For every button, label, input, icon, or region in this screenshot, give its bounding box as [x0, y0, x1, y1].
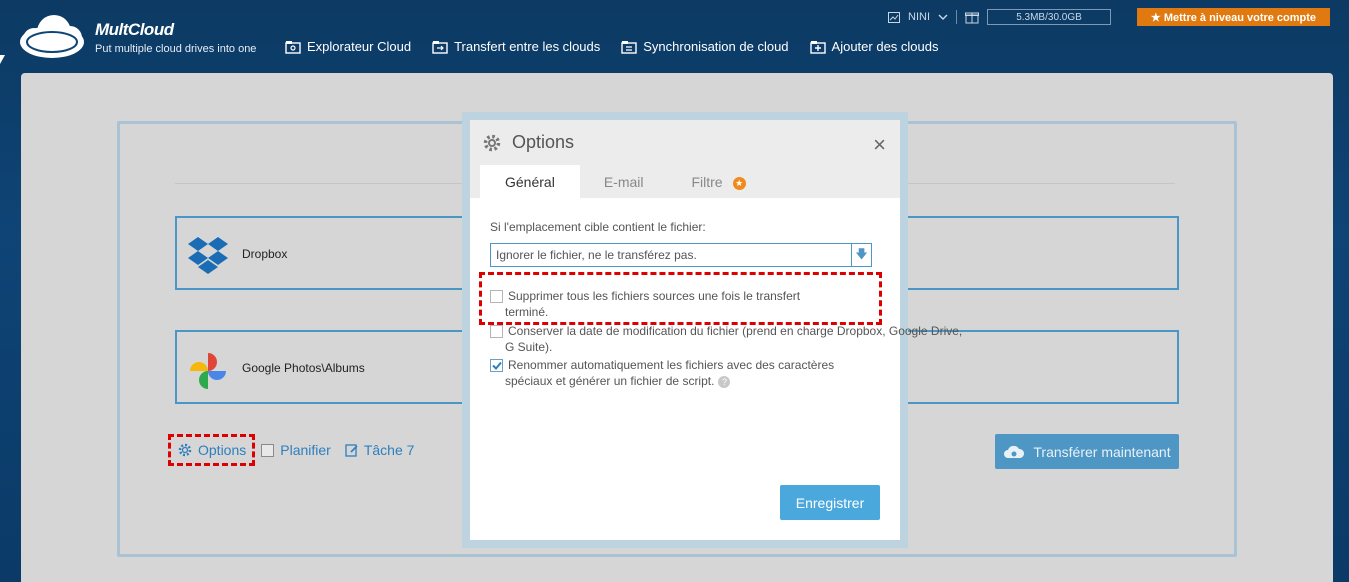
source-cloud-name: Dropbox — [242, 247, 288, 261]
transfer-icon — [432, 40, 448, 54]
upgrade-button[interactable]: ★ Mettre à niveau votre compte — [1137, 8, 1330, 26]
auto-rename-label-2: spéciaux et générer un fichier de script… — [505, 374, 715, 388]
gear-icon — [178, 443, 192, 457]
google-photos-icon — [190, 353, 226, 389]
tab-email[interactable]: E-mail — [580, 165, 668, 198]
preserve-date-label-2: G Suite). — [505, 340, 553, 354]
tab-general[interactable]: Général — [480, 165, 580, 198]
account-bar: NINI 5.3MB/30.0GB — [888, 9, 1111, 25]
auto-rename-label-1: Renommer automatiquement les fichiers av… — [508, 358, 835, 372]
multcloud-logo-icon[interactable] — [14, 12, 86, 60]
add-cloud-icon — [809, 40, 826, 54]
nav-explorer-label: Explorateur Cloud — [307, 39, 412, 54]
gift-icon[interactable] — [965, 10, 979, 24]
arrow-down-icon[interactable]: 🡇 — [851, 244, 871, 266]
modal-title: Options — [482, 132, 574, 153]
nav-transfer[interactable]: Transfert entre les clouds — [432, 39, 600, 54]
username[interactable]: NINI — [908, 11, 930, 23]
auto-rename-checkbox[interactable] — [490, 359, 503, 372]
highlight-box — [479, 272, 882, 325]
options-modal: Options × Général E-mail Filtre ★ Si l'e… — [470, 120, 962, 540]
explorer-icon — [285, 40, 301, 54]
storage-quota: 5.3MB/30.0GB — [987, 9, 1111, 25]
preserve-date-checkbox[interactable] — [490, 325, 503, 338]
schedule-label: Planifier — [280, 442, 331, 458]
task-label: Tâche 7 — [363, 442, 415, 458]
modal-header: Options × Général E-mail Filtre ★ — [470, 120, 900, 198]
gear-icon — [483, 134, 501, 151]
task-name[interactable]: Tâche 7 — [345, 442, 415, 458]
help-icon[interactable]: ? — [718, 376, 731, 388]
chart-icon[interactable] — [888, 11, 900, 23]
nav-add-clouds-label: Ajouter des clouds — [831, 39, 939, 54]
schedule-toggle[interactable]: Planifier — [261, 442, 331, 458]
checkmark-icon — [491, 361, 502, 370]
nav-sync-label: Synchronisation de cloud — [643, 39, 789, 54]
logo-name[interactable]: MultCloud — [95, 20, 174, 40]
sync-icon — [621, 40, 637, 54]
edit-icon — [345, 444, 358, 457]
logo-tagline: Put multiple cloud drives into one — [95, 43, 257, 55]
preserve-date-label-1: Conserver la date de modification du fic… — [508, 324, 963, 338]
transfer-now-label: Transférer maintenant — [1033, 443, 1171, 460]
transfer-now-button[interactable]: Transférer maintenant — [995, 434, 1179, 469]
conflict-select-value: Ignorer le fichier, ne le transférez pas… — [496, 248, 697, 262]
main-nav: Explorateur Cloud Transfert entre les cl… — [285, 39, 938, 54]
conflict-label: Si l'emplacement cible contient le fichi… — [490, 220, 706, 234]
dropbox-icon — [188, 237, 228, 274]
cloud-transfer-icon — [1004, 445, 1025, 458]
options-button[interactable]: Options — [168, 434, 256, 466]
options-label: Options — [198, 442, 247, 458]
nav-explorer[interactable]: Explorateur Cloud — [285, 39, 411, 54]
modal-tabs: Général E-mail Filtre ★ — [480, 165, 746, 198]
premium-star-icon: ★ — [732, 177, 746, 190]
preserve-date-option[interactable]: Conserver la date de modification du fic… — [490, 323, 962, 355]
separator — [956, 10, 957, 24]
auto-rename-option[interactable]: Renommer automatiquement les fichiers av… — [490, 357, 834, 389]
target-cloud-name: Google Photos\Albums — [242, 361, 365, 375]
close-icon[interactable]: × — [873, 132, 886, 158]
header: MultCloud Put multiple cloud drives into… — [0, 0, 1349, 72]
chevron-down-icon[interactable] — [938, 13, 948, 21]
mouse-cursor-icon — [0, 55, 5, 64]
nav-add-clouds[interactable]: Ajouter des clouds — [809, 39, 939, 54]
save-button[interactable]: Enregistrer — [780, 485, 880, 520]
nav-transfer-label: Transfert entre les clouds — [454, 39, 601, 54]
task-options-row: Options Planifier Tâche 7 — [168, 434, 414, 466]
nav-sync[interactable]: Synchronisation de cloud — [621, 39, 789, 54]
schedule-checkbox[interactable] — [261, 443, 275, 457]
modal-title-text: Options — [512, 132, 575, 152]
conflict-select[interactable]: Ignorer le fichier, ne le transférez pas… — [490, 243, 872, 267]
